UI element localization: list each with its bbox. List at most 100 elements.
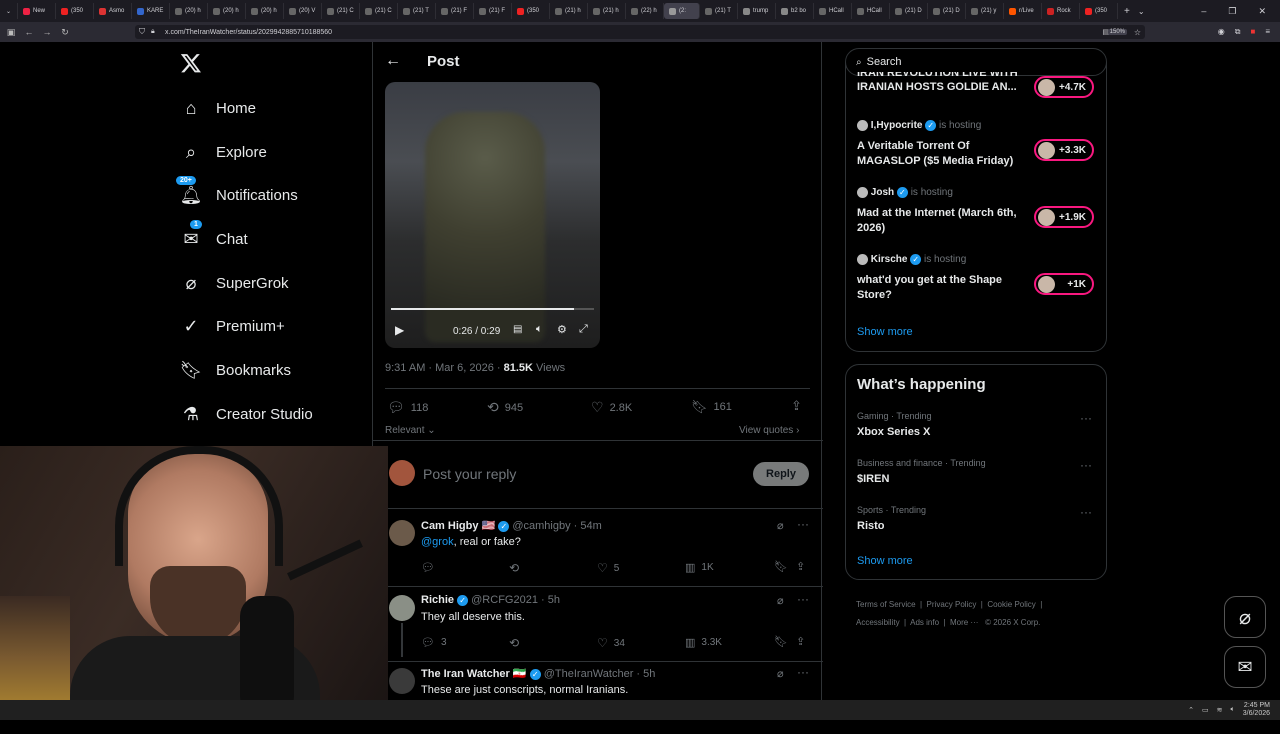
- browser-tab[interactable]: (21) F: [474, 3, 512, 19]
- footer-link[interactable]: Privacy Policy: [927, 600, 977, 609]
- more-icon[interactable]: ···: [1080, 505, 1092, 519]
- browser-tab[interactable]: Asmo: [94, 3, 132, 19]
- fullscreen-icon[interactable]: ⤢: [579, 323, 588, 336]
- tab-list-icon[interactable]: ⌄: [0, 3, 18, 19]
- account-icon[interactable]: ◉: [1218, 27, 1225, 37]
- author-name[interactable]: Cam Higby: [421, 520, 478, 532]
- close-window-icon[interactable]: ✕: [1258, 6, 1266, 17]
- play-icon[interactable]: ▶: [395, 323, 404, 337]
- x-logo[interactable]: [180, 52, 202, 74]
- avatar[interactable]: [389, 668, 415, 694]
- views-action[interactable]: ▥ 1K: [685, 561, 714, 574]
- listener-count-pill[interactable]: +3.3K: [1034, 139, 1094, 161]
- browser-tab[interactable]: (21) C: [360, 3, 398, 19]
- volume-icon[interactable]: 🔈︎: [536, 323, 543, 336]
- sidebar-toggle-icon[interactable]: ▣: [2, 27, 20, 38]
- browser-tab[interactable]: (21) h: [588, 3, 626, 19]
- browser-tab[interactable]: r/Live: [1004, 3, 1042, 19]
- nav-item-premium-[interactable]: ✓ Premium+: [180, 311, 284, 341]
- back-button[interactable]: ←: [385, 52, 401, 70]
- listener-count-pill[interactable]: +1K: [1034, 273, 1094, 295]
- repost-action[interactable]: ⟲: [509, 636, 519, 650]
- footer-link[interactable]: Ads info: [910, 618, 939, 627]
- reply-time[interactable]: · 54m: [574, 520, 602, 532]
- reply-tweet[interactable]: The Iran Watcher 🇮🇷 ✓ @TheIranWatcher · …: [389, 664, 809, 734]
- reply-action[interactable]: 💬︎ 118: [387, 399, 428, 416]
- footer-link[interactable]: Accessibility: [856, 618, 900, 627]
- view-quotes-link[interactable]: View quotes ›: [739, 425, 799, 436]
- browser-tab[interactable]: (350: [512, 3, 550, 19]
- tray-chevron-icon[interactable]: ⌃: [1188, 706, 1194, 714]
- settings-icon[interactable]: ⚙: [557, 323, 567, 336]
- extension-icon[interactable]: ■: [1250, 27, 1255, 37]
- sort-dropdown[interactable]: Relevant ⌄: [385, 425, 436, 436]
- share-icon[interactable]: ⇪: [796, 560, 805, 573]
- nav-item-bookmarks[interactable]: 🔖︎ Bookmarks: [180, 355, 291, 385]
- footer-link[interactable]: Terms of Service: [856, 600, 916, 609]
- browser-tab[interactable]: Rock: [1042, 3, 1080, 19]
- avatar[interactable]: [389, 520, 415, 546]
- nav-item-home[interactable]: ⌂ Home: [180, 93, 256, 123]
- bookmark-icon[interactable]: 🔖︎: [774, 560, 788, 573]
- extensions-icon[interactable]: ⧉: [1235, 27, 1241, 37]
- reply-input[interactable]: Post your reply: [423, 466, 516, 482]
- clock-date[interactable]: 3/6/2026: [1243, 710, 1270, 718]
- browser-tab[interactable]: b2 bo: [776, 3, 814, 19]
- browser-tab[interactable]: (20) h: [246, 3, 284, 19]
- video-player[interactable]: ▶ 0:26 / 0:29 ▤ 🔈︎ ⚙ ⤢: [385, 82, 600, 348]
- url-text[interactable]: x.com/TheIranWatcher/status/202994288571…: [165, 29, 332, 36]
- repost-action[interactable]: ⟲ 945: [487, 399, 523, 416]
- post-timestamp[interactable]: 9:31 AM · Mar 6, 2026 ·: [385, 362, 504, 374]
- browser-tab[interactable]: (21) D: [928, 3, 966, 19]
- network-icon[interactable]: ▭: [1202, 706, 1209, 714]
- forward-icon[interactable]: →: [38, 27, 56, 37]
- address-bar[interactable]: ⛉ 🔒︎ x.com/TheIranWatcher/status/2029942…: [135, 25, 1145, 39]
- browser-tab[interactable]: (21) T: [700, 3, 738, 19]
- browser-tab[interactable]: (350: [1080, 3, 1118, 19]
- more-icon[interactable]: ···: [1080, 411, 1092, 425]
- space-title[interactable]: what'd you get at the Shape Store?: [857, 273, 1027, 303]
- browser-tab[interactable]: New: [18, 3, 56, 19]
- nav-item-creator-studio[interactable]: ⚗ Creator Studio: [180, 399, 313, 429]
- browser-tab[interactable]: (22) h: [626, 3, 664, 19]
- star-icon[interactable]: ☆: [1134, 28, 1141, 37]
- like-action[interactable]: ♡ 5: [597, 561, 619, 575]
- show-more-link[interactable]: Show more: [857, 555, 913, 567]
- my-avatar[interactable]: [389, 460, 415, 486]
- more-icon[interactable]: ···: [797, 592, 809, 606]
- new-tab-button[interactable]: +: [1124, 6, 1130, 17]
- trend-name[interactable]: Xbox Series X: [857, 426, 930, 438]
- grok-explain-icon[interactable]: ⌀: [777, 594, 784, 607]
- browser-tab[interactable]: (20) V: [284, 3, 322, 19]
- captions-icon[interactable]: ▤: [513, 324, 522, 335]
- browser-tab[interactable]: HCall: [852, 3, 890, 19]
- nav-item-explore[interactable]: ⌕ Explore: [180, 137, 267, 167]
- browser-tab[interactable]: HCall: [814, 3, 852, 19]
- zoom-level[interactable]: 150%: [1107, 29, 1127, 35]
- author-handle[interactable]: @RCFG2021: [471, 594, 538, 606]
- footer-link[interactable]: More ···: [950, 618, 978, 627]
- host-name[interactable]: I,Hypocrite: [871, 120, 923, 131]
- space-title[interactable]: Mad at the Internet (March 6th, 2026): [857, 206, 1027, 236]
- minimize-icon[interactable]: –: [1201, 6, 1206, 17]
- nav-item-supergrok[interactable]: ⌀ SuperGrok: [180, 268, 289, 298]
- wifi-icon[interactable]: ≋: [1217, 706, 1223, 714]
- show-more-link[interactable]: Show more: [857, 326, 913, 338]
- browser-tab[interactable]: (20) h: [170, 3, 208, 19]
- browser-tab[interactable]: (21) D: [890, 3, 928, 19]
- tab-overflow-icon[interactable]: ⌄: [1138, 7, 1145, 16]
- browser-tab[interactable]: (20) h: [208, 3, 246, 19]
- reply-action[interactable]: 💬︎ 3: [421, 636, 447, 649]
- trend-name[interactable]: $IREN: [857, 473, 889, 485]
- grok-float-button[interactable]: ⌀: [1224, 596, 1266, 638]
- more-icon[interactable]: ···: [797, 665, 809, 679]
- bookmark-icon[interactable]: 🔖︎: [774, 635, 788, 648]
- reply-action[interactable]: 💬︎: [421, 561, 441, 574]
- browser-tab[interactable]: (21) T: [398, 3, 436, 19]
- space-title[interactable]: A Veritable Torrent Of MAGASLOP ($5 Medi…: [857, 139, 1027, 169]
- reply-tweet[interactable]: Cam Higby 🇺🇸 ✓ @camhigby · 54m ⌀ ··· @grok,…: [373, 516, 823, 587]
- browser-tab[interactable]: (21) F: [436, 3, 474, 19]
- back-icon[interactable]: ←: [20, 27, 38, 37]
- browser-tab[interactable]: (2:: [664, 3, 700, 19]
- messages-float-button[interactable]: ✉: [1224, 646, 1266, 688]
